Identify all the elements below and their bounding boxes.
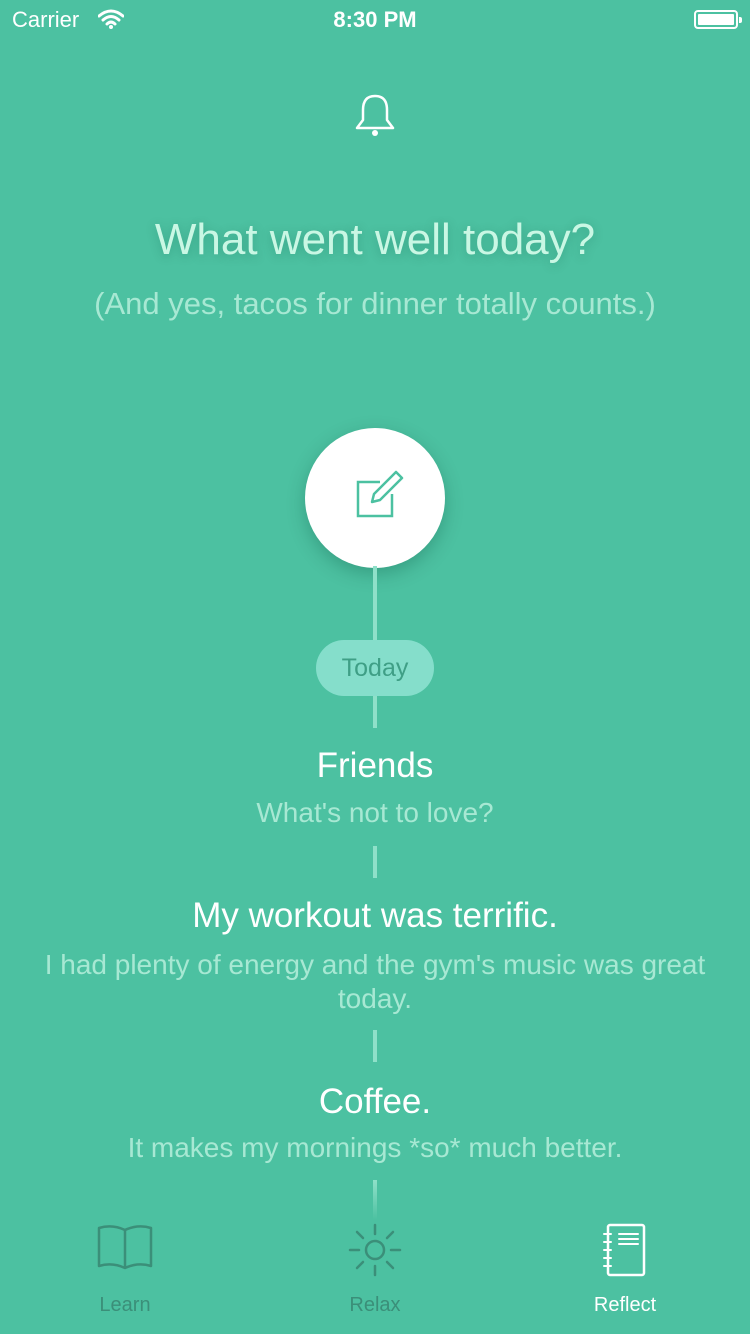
tab-reflect[interactable]: Reflect xyxy=(500,1210,750,1334)
entry-title[interactable]: Coffee. xyxy=(0,1082,750,1122)
entry-detail[interactable]: I had plenty of energy and the gym's mus… xyxy=(40,948,710,1016)
timeline-connector xyxy=(373,566,377,640)
tab-relax[interactable]: Relax xyxy=(250,1210,500,1334)
clock: 8:30 PM xyxy=(333,7,417,32)
status-bar: Carrier 8:30 PM xyxy=(0,0,750,40)
tab-label: Reflect xyxy=(593,1294,657,1316)
timeline-connector xyxy=(373,696,377,728)
bell-icon[interactable] xyxy=(351,90,399,142)
sun-icon xyxy=(348,1223,402,1277)
battery-icon xyxy=(694,10,742,29)
entry-title[interactable]: My workout was terrific. xyxy=(0,896,750,936)
page-subtitle: (And yes, tacos for dinner totally count… xyxy=(94,286,656,321)
date-badge: Today xyxy=(316,640,434,696)
compose-icon xyxy=(356,470,404,518)
timeline-connector xyxy=(373,1030,377,1062)
entry-detail[interactable]: What's not to love? xyxy=(40,796,710,830)
tab-label: Relax xyxy=(349,1294,401,1316)
book-icon xyxy=(97,1225,153,1270)
entry-detail[interactable]: It makes my mornings *so* much better. xyxy=(40,1131,710,1165)
tab-label: Learn xyxy=(99,1294,151,1316)
compose-button[interactable] xyxy=(305,428,445,568)
entry-title[interactable]: Friends xyxy=(0,746,750,786)
timeline-connector xyxy=(373,846,377,878)
notebook-icon xyxy=(603,1223,646,1277)
page-title: What went well today? xyxy=(154,215,596,264)
tab-learn[interactable]: Learn xyxy=(0,1210,250,1334)
tab-bar: Learn Relax Reflect xyxy=(0,1210,750,1334)
